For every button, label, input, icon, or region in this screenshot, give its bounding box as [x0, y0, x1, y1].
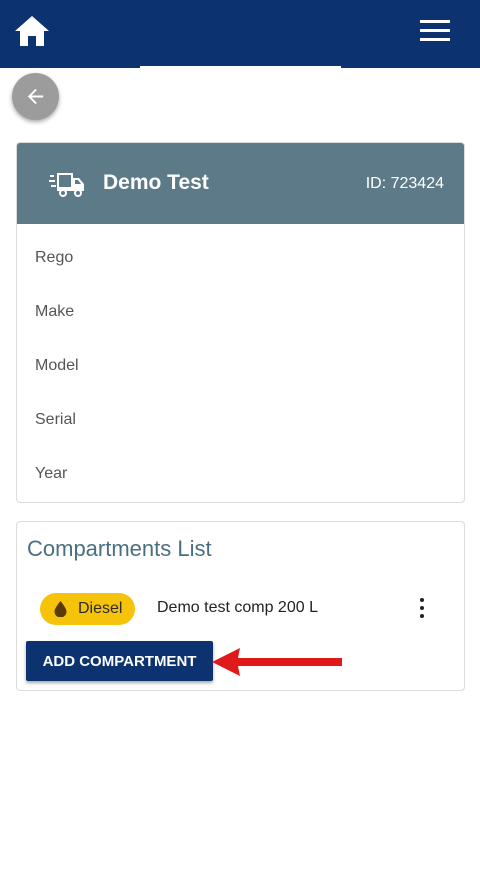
top-app-bar	[0, 0, 480, 69]
add-compartment-label: ADD COMPARTMENT	[42, 653, 197, 670]
field-serial: Serial	[35, 411, 76, 428]
field-rego: Rego	[35, 249, 74, 266]
field-model: Model	[35, 357, 79, 374]
red-arrow-annotation	[212, 648, 342, 676]
vehicle-id: ID: 723424	[365, 175, 444, 192]
more-vertical-icon[interactable]	[415, 596, 429, 620]
add-compartment-button[interactable]: ADD COMPARTMENT	[26, 641, 213, 681]
vehicle-details-card: Demo Test ID: 723424 Rego Make Model Ser…	[16, 142, 465, 503]
active-tab-indicator	[140, 66, 341, 69]
arrow-left-icon	[27, 88, 44, 105]
home-button[interactable]	[12, 12, 52, 50]
compartment-name[interactable]: Demo test comp 200 L	[157, 599, 318, 617]
back-button[interactable]	[12, 73, 59, 120]
fuel-drop-icon	[54, 601, 67, 617]
vehicle-name: Demo Test	[103, 171, 209, 194]
vehicle-header: Demo Test ID: 723424	[17, 143, 464, 224]
home-icon	[15, 16, 49, 46]
menu-button[interactable]	[416, 14, 454, 48]
compartments-title: Compartments List	[27, 536, 212, 561]
field-make: Make	[35, 303, 75, 320]
fuel-type-badge: Diesel	[40, 593, 135, 625]
fuel-type-label: Diesel	[78, 600, 123, 617]
truck-icon	[49, 173, 84, 197]
hamburger-menu-icon	[420, 20, 450, 41]
field-year: Year	[35, 465, 68, 482]
